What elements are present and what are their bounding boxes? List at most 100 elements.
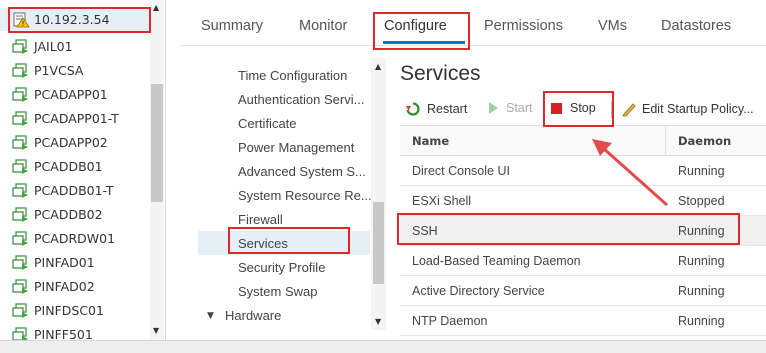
- tree-item-vm[interactable]: PCADDB01: [0, 155, 150, 178]
- tree-item-vm[interactable]: PCADAPP02: [0, 131, 150, 154]
- stop-button[interactable]: Stop: [551, 101, 596, 115]
- vm-icon: [12, 62, 28, 78]
- tree-item-vm[interactable]: PINFF501: [0, 323, 150, 340]
- cell-daemon-status: Running: [678, 224, 725, 238]
- play-icon: [489, 102, 498, 114]
- tree-scroll-thumb[interactable]: [151, 84, 163, 202]
- scroll-up-icon[interactable]: ▲: [153, 3, 159, 12]
- nav-item[interactable]: Advanced System S...: [238, 164, 366, 179]
- nav-item[interactable]: System Swap: [238, 284, 317, 299]
- page-title: Services: [400, 62, 481, 85]
- bottom-bar: [0, 340, 766, 353]
- vm-label: PCADRDW01: [34, 231, 116, 246]
- tree-item-vm[interactable]: PCADRDW01: [0, 227, 150, 250]
- column-header-name[interactable]: Name: [412, 134, 449, 148]
- cell-service-name: ESXi Shell: [412, 194, 472, 208]
- tab-configure[interactable]: Configure: [384, 18, 447, 34]
- cell-daemon-status: Stopped: [678, 194, 725, 208]
- edit-startup-policy-button[interactable]: Edit Startup Policy...: [621, 101, 754, 117]
- table-row[interactable]: Load-Based Teaming Daemon Running: [400, 246, 766, 276]
- tree-item-vm[interactable]: PINFAD01: [0, 251, 150, 274]
- vm-icon: [12, 134, 28, 150]
- tree-item-vm[interactable]: PCADAPP01-T: [0, 107, 150, 130]
- cell-daemon-status: Running: [678, 284, 725, 298]
- tab-datastores[interactable]: Datastores: [661, 18, 731, 34]
- services-grid: Name Daemon Direct Console UI Running ESXi…: [400, 125, 766, 340]
- nav-item[interactable]: System Resource Re...: [238, 188, 372, 203]
- vm-label: P1VCSA: [34, 63, 84, 78]
- vm-label: PCADAPP02: [34, 135, 108, 150]
- scroll-up-icon[interactable]: ▲: [375, 62, 381, 71]
- cell-daemon-status: Running: [678, 164, 725, 178]
- table-row[interactable]: Active Directory Service Running: [400, 276, 766, 306]
- start-button[interactable]: Start: [487, 101, 532, 115]
- nav-item[interactable]: Certificate: [238, 116, 297, 131]
- vm-icon: [12, 254, 28, 270]
- svg-text:!: !: [22, 20, 25, 28]
- toolbar-separator: [611, 101, 612, 118]
- cell-service-name: SSH: [412, 224, 438, 238]
- tree-item-vm[interactable]: PINFDSC01: [0, 299, 150, 322]
- cell-daemon-status: Running: [678, 254, 725, 268]
- tree-scrollbar[interactable]: ▲ ▼: [150, 0, 164, 340]
- tree-item-vm[interactable]: PCADAPP01: [0, 83, 150, 106]
- vm-label: PCADDB02: [34, 207, 103, 222]
- host-label: 10.192.3.54: [34, 12, 110, 27]
- grid-header: Name Daemon: [400, 126, 766, 156]
- tree-item-vm[interactable]: PCADDB01-T: [0, 179, 150, 202]
- tabs-divider: [180, 45, 766, 46]
- scroll-down-icon[interactable]: ▼: [375, 317, 381, 326]
- chevron-down-icon[interactable]: ▼: [207, 311, 214, 321]
- tab-summary[interactable]: Summary: [201, 18, 263, 34]
- tab-monitor[interactable]: Monitor: [299, 18, 347, 34]
- nav-section-hardware[interactable]: Hardware: [225, 308, 281, 323]
- vm-icon: [12, 110, 28, 126]
- tab-vms[interactable]: VMs: [598, 18, 627, 34]
- restart-icon: [406, 102, 420, 116]
- tree-item-vm[interactable]: JAIL01: [0, 35, 150, 58]
- cell-service-name: Active Directory Service: [412, 284, 545, 298]
- vm-icon: [12, 230, 28, 246]
- vm-label: PCADDB01-T: [34, 183, 114, 198]
- active-tab-indicator: [383, 41, 465, 44]
- tab-permissions[interactable]: Permissions: [484, 18, 563, 34]
- tree-item-vm[interactable]: PCADDB02: [0, 203, 150, 226]
- scroll-down-icon[interactable]: ▼: [153, 326, 159, 335]
- tree-item-vm[interactable]: PINFAD02: [0, 275, 150, 298]
- table-row[interactable]: SSH Running: [400, 216, 766, 246]
- cell-daemon-status: Running: [678, 314, 725, 328]
- table-row[interactable]: Direct Console UI Running: [400, 156, 766, 186]
- vm-label: PCADAPP01-T: [34, 111, 119, 126]
- tree-item-host[interactable]: ! 10.192.3.54: [0, 8, 150, 31]
- stop-icon: [551, 102, 562, 114]
- vm-label: PINFF501: [34, 327, 93, 340]
- nav-item[interactable]: Services: [238, 236, 288, 251]
- vm-icon: [12, 86, 28, 102]
- vm-icon: [12, 206, 28, 222]
- vm-icon: [12, 278, 28, 294]
- host-warning-icon: !: [13, 12, 30, 28]
- vm-icon: [12, 326, 28, 340]
- cell-service-name: Load-Based Teaming Daemon: [412, 254, 581, 268]
- nav-item[interactable]: Firewall: [238, 212, 283, 227]
- vm-icon: [12, 38, 28, 54]
- table-row[interactable]: NTP Daemon Running: [400, 306, 766, 336]
- column-header-daemon[interactable]: Daemon: [678, 134, 731, 148]
- vm-label: PCADDB01: [34, 159, 103, 174]
- vm-label: PINFAD01: [34, 255, 95, 270]
- vm-label: JAIL01: [34, 39, 73, 54]
- nav-scrollbar[interactable]: ▲ ▼: [371, 58, 386, 330]
- vm-label: PCADAPP01: [34, 87, 108, 102]
- nav-item[interactable]: Time Configuration: [238, 68, 347, 83]
- cell-service-name: NTP Daemon: [412, 314, 488, 328]
- tree-item-vm[interactable]: P1VCSA: [0, 59, 150, 82]
- nav-scroll-thumb[interactable]: [373, 202, 384, 284]
- restart-button[interactable]: Restart: [405, 101, 467, 117]
- nav-item[interactable]: Authentication Servi...: [238, 92, 364, 107]
- nav-item[interactable]: Security Profile: [238, 260, 325, 275]
- nav-item[interactable]: Power Management: [238, 140, 354, 155]
- column-divider[interactable]: [665, 126, 666, 156]
- vm-label: PINFAD02: [34, 279, 95, 294]
- table-row[interactable]: ESXi Shell Stopped: [400, 186, 766, 216]
- pencil-icon: [622, 103, 636, 117]
